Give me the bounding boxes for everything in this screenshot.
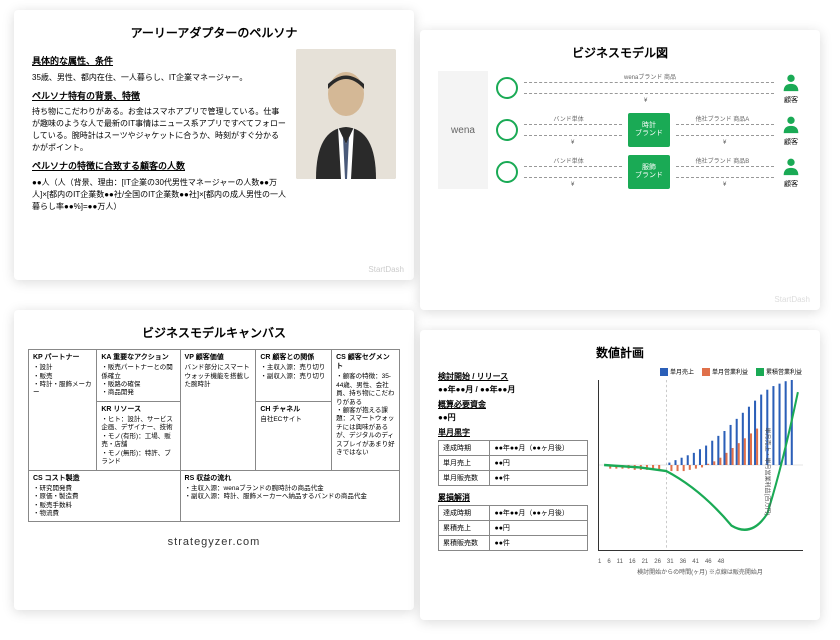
plan-chart: 単月売上 単月営業利益 累積営業利益 [598, 367, 802, 567]
y-axis-label-right: 単月売上・単月営業利益(百万円) [764, 428, 773, 516]
persona-p3: ●●人（人（背景、理由：[IT企業の30代男性マネージャーの人数●●万人]×[都… [32, 177, 286, 213]
customer-icon: 顧客 [780, 155, 802, 189]
persona-photo [296, 49, 396, 179]
diagram-row-3: バンド単体¥ 服飾ブランド 他社ブランド 商品B¥ 顧客 [496, 155, 802, 189]
slide-title: ビジネスモデルキャンバス [28, 324, 400, 341]
arrows: 他社ブランド 商品A¥ [676, 120, 774, 140]
x-axis-label: 検討開始からの時間(ヶ月) ※点線は販売開始月 [598, 567, 802, 576]
watermark: StartDash [368, 265, 404, 274]
customer-icon: 顧客 [780, 113, 802, 147]
cumulative-table: 達成時期●●年●●月（●●ヶ月後） 累積売上●●円 累積販売数●●件 [438, 505, 588, 551]
circle-icon [496, 119, 518, 141]
diagram-row-2: バンド単体¥ 時計ブランド 他社ブランド 商品A¥ 顧客 [496, 113, 802, 147]
arrows: バンド単体¥ [524, 120, 622, 140]
canvas-slide: ビジネスモデルキャンバス KP パートナー・設計・販売・時計・服飾メーカー KA… [14, 310, 414, 610]
bmc-table: KP パートナー・設計・販売・時計・服飾メーカー KA 重要なアクション・販売パ… [28, 349, 400, 522]
x-ticks: 1 6 11 16 21 26 31 36 41 46 48 [598, 556, 802, 565]
numbers-plan-slide: 数値計画 検討開始 / リリース ●●年●●月 / ●●年●●月 概算必要資金 … [420, 330, 820, 620]
persona-slide: アーリーアダプターのペルソナ 具体的な属性、条件 35歳、男性、都内在住、一人暮… [14, 10, 414, 280]
watermark: StartDash [774, 295, 810, 304]
circle-icon [496, 161, 518, 183]
circle-icon [496, 77, 518, 99]
slide-title: ビジネスモデル図 [438, 44, 802, 61]
arrows: wenaブランド 商品¥ [524, 78, 774, 98]
monthly-table: 達成時期●●年●●月（●●ヶ月後） 単月売上●●円 単月販売数●●件 [438, 440, 588, 486]
persona-p1: 35歳、男性、都内在住、一人暮らし、IT企業マネージャー。 [32, 72, 286, 84]
bizmodel-diagram-slide: ビジネスモデル図 wena wenaブランド 商品¥ 顧客 バンド単体¥ 時計ブ… [420, 30, 820, 310]
plan-left-column: 検討開始 / リリース ●●年●●月 / ●●年●●月 概算必要資金 ●●円 単… [438, 367, 588, 567]
arrows: バンド単体¥ [524, 162, 622, 182]
fashion-brand-box: 服飾ブランド [628, 155, 670, 189]
chart-legend: 単月売上 単月営業利益 累積営業利益 [598, 367, 802, 376]
wena-block: wena [438, 71, 488, 189]
persona-h1: 具体的な属性、条件 [32, 55, 286, 69]
arrows: 他社ブランド 商品B¥ [676, 162, 774, 182]
footer-credit: strategyzer.com [28, 536, 400, 548]
watch-brand-box: 時計ブランド [628, 113, 670, 147]
slide-title: 数値計画 [438, 344, 802, 361]
customer-icon: 顧客 [780, 71, 802, 105]
diagram-row-1: wenaブランド 商品¥ 顧客 [496, 71, 802, 105]
slide-title: アーリーアダプターのペルソナ [32, 24, 396, 41]
persona-h2: ペルソナ特有の背景、特徴 [32, 90, 286, 104]
persona-h3: ペルソナの特徴に合致する顧客の人数 [32, 160, 286, 174]
persona-p2: 持ち物にこだわりがある。お金はスマホアプリで管理している。仕事が趣味のような人で… [32, 106, 286, 154]
